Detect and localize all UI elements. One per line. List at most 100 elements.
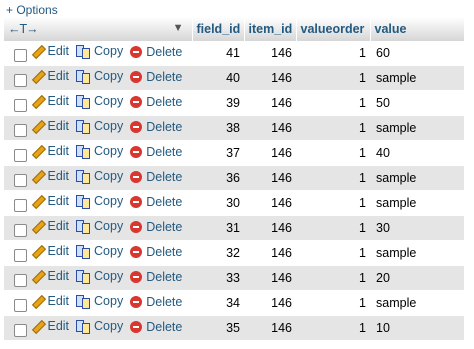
copy-button[interactable]: Copy — [76, 119, 123, 135]
cell-item-id[interactable]: 146 — [244, 90, 296, 116]
copy-button[interactable]: Copy — [76, 319, 123, 335]
copy-button[interactable]: Copy — [76, 44, 123, 60]
delete-button[interactable]: Delete — [130, 270, 182, 284]
cell-value[interactable]: 30 — [370, 215, 464, 241]
sort-dropdown-icon[interactable]: ▼ — [173, 22, 184, 34]
row-checkbox[interactable] — [14, 198, 27, 212]
cell-value[interactable]: 20 — [370, 265, 464, 291]
edit-button[interactable]: Edit — [30, 219, 69, 233]
cell-item-id[interactable]: 146 — [244, 41, 296, 66]
cell-item-id[interactable]: 146 — [244, 315, 296, 341]
cell-item-id[interactable]: 146 — [244, 240, 296, 266]
column-header-field-id[interactable]: field_id — [192, 17, 245, 41]
cell-field-id[interactable]: 36 — [192, 165, 244, 191]
delete-button[interactable]: Delete — [130, 295, 182, 309]
cell-field-id[interactable]: 39 — [192, 90, 244, 116]
cell-item-id[interactable]: 146 — [244, 190, 296, 216]
edit-button[interactable]: Edit — [30, 194, 69, 208]
row-checkbox[interactable] — [14, 173, 27, 187]
edit-button[interactable]: Edit — [30, 144, 69, 158]
edit-button[interactable]: Edit — [30, 269, 69, 283]
row-checkbox[interactable] — [14, 323, 27, 337]
cell-value[interactable]: sample — [370, 115, 464, 141]
cell-valueorder[interactable]: 1 — [296, 265, 370, 291]
column-header-value[interactable]: value — [370, 17, 465, 41]
cell-item-id[interactable]: 146 — [244, 165, 296, 191]
copy-button[interactable]: Copy — [76, 219, 123, 235]
cell-item-id[interactable]: 146 — [244, 265, 296, 291]
row-checkbox[interactable] — [14, 48, 27, 62]
edit-button[interactable]: Edit — [30, 44, 69, 58]
delete-button[interactable]: Delete — [130, 70, 182, 84]
cell-field-id[interactable]: 41 — [192, 41, 244, 66]
delete-button[interactable]: Delete — [130, 220, 182, 234]
copy-button[interactable]: Copy — [76, 144, 123, 160]
cell-field-id[interactable]: 40 — [192, 65, 244, 91]
cell-value[interactable]: 40 — [370, 140, 464, 166]
cell-value[interactable]: sample — [370, 290, 464, 316]
cell-valueorder[interactable]: 1 — [296, 215, 370, 241]
delete-button[interactable]: Delete — [130, 145, 182, 159]
cell-valueorder[interactable]: 1 — [296, 190, 370, 216]
cell-valueorder[interactable]: 1 — [296, 115, 370, 141]
cell-field-id[interactable]: 34 — [192, 290, 244, 316]
cell-field-id[interactable]: 30 — [192, 190, 244, 216]
copy-button[interactable]: Copy — [76, 269, 123, 285]
row-checkbox[interactable] — [14, 248, 27, 262]
cell-field-id[interactable]: 33 — [192, 265, 244, 291]
row-checkbox[interactable] — [14, 223, 27, 237]
delete-button[interactable]: Delete — [130, 170, 182, 184]
edit-button[interactable]: Edit — [30, 244, 69, 258]
cell-item-id[interactable]: 146 — [244, 140, 296, 166]
delete-button[interactable]: Delete — [130, 95, 182, 109]
cell-valueorder[interactable]: 1 — [296, 315, 370, 341]
delete-button[interactable]: Delete — [130, 120, 182, 134]
cell-value[interactable]: sample — [370, 65, 464, 91]
cell-value[interactable]: sample — [370, 190, 464, 216]
cell-valueorder[interactable]: 1 — [296, 65, 370, 91]
edit-button[interactable]: Edit — [30, 69, 69, 83]
row-checkbox[interactable] — [14, 73, 27, 87]
copy-button[interactable]: Copy — [76, 244, 123, 260]
row-checkbox[interactable] — [14, 298, 27, 312]
cell-item-id[interactable]: 146 — [244, 65, 296, 91]
edit-button[interactable]: Edit — [30, 294, 69, 308]
copy-button[interactable]: Copy — [76, 194, 123, 210]
delete-button[interactable]: Delete — [130, 320, 182, 334]
delete-button[interactable]: Delete — [130, 245, 182, 259]
cell-value[interactable]: 50 — [370, 90, 464, 116]
copy-button[interactable]: Copy — [76, 69, 123, 85]
copy-button[interactable]: Copy — [76, 169, 123, 185]
options-link[interactable]: + Options — [6, 3, 58, 17]
row-checkbox[interactable] — [14, 98, 27, 112]
cell-field-id[interactable]: 38 — [192, 115, 244, 141]
column-header-valueorder[interactable]: valueorder — [296, 17, 371, 41]
edit-button[interactable]: Edit — [30, 94, 69, 108]
cell-value[interactable]: sample — [370, 240, 464, 266]
delete-button[interactable]: Delete — [130, 195, 182, 209]
cell-valueorder[interactable]: 1 — [296, 290, 370, 316]
cell-valueorder[interactable]: 1 — [296, 240, 370, 266]
copy-button[interactable]: Copy — [76, 94, 123, 110]
cell-field-id[interactable]: 32 — [192, 240, 244, 266]
edit-button[interactable]: Edit — [30, 169, 69, 183]
cell-valueorder[interactable]: 1 — [296, 41, 370, 66]
delete-button[interactable]: Delete — [130, 45, 182, 59]
edit-button[interactable]: Edit — [30, 319, 69, 333]
cell-field-id[interactable]: 35 — [192, 315, 244, 341]
row-checkbox[interactable] — [14, 273, 27, 287]
cell-valueorder[interactable]: 1 — [296, 90, 370, 116]
cell-valueorder[interactable]: 1 — [296, 165, 370, 191]
copy-button[interactable]: Copy — [76, 294, 123, 310]
column-resize-arrows-icon[interactable]: ←T→ — [8, 22, 39, 36]
cell-item-id[interactable]: 146 — [244, 115, 296, 141]
cell-value[interactable]: sample — [370, 165, 464, 191]
cell-field-id[interactable]: 37 — [192, 140, 244, 166]
row-checkbox[interactable] — [14, 123, 27, 137]
cell-valueorder[interactable]: 1 — [296, 140, 370, 166]
cell-item-id[interactable]: 146 — [244, 290, 296, 316]
edit-button[interactable]: Edit — [30, 119, 69, 133]
cell-value[interactable]: 10 — [370, 315, 464, 341]
cell-item-id[interactable]: 146 — [244, 215, 296, 241]
row-checkbox[interactable] — [14, 148, 27, 162]
